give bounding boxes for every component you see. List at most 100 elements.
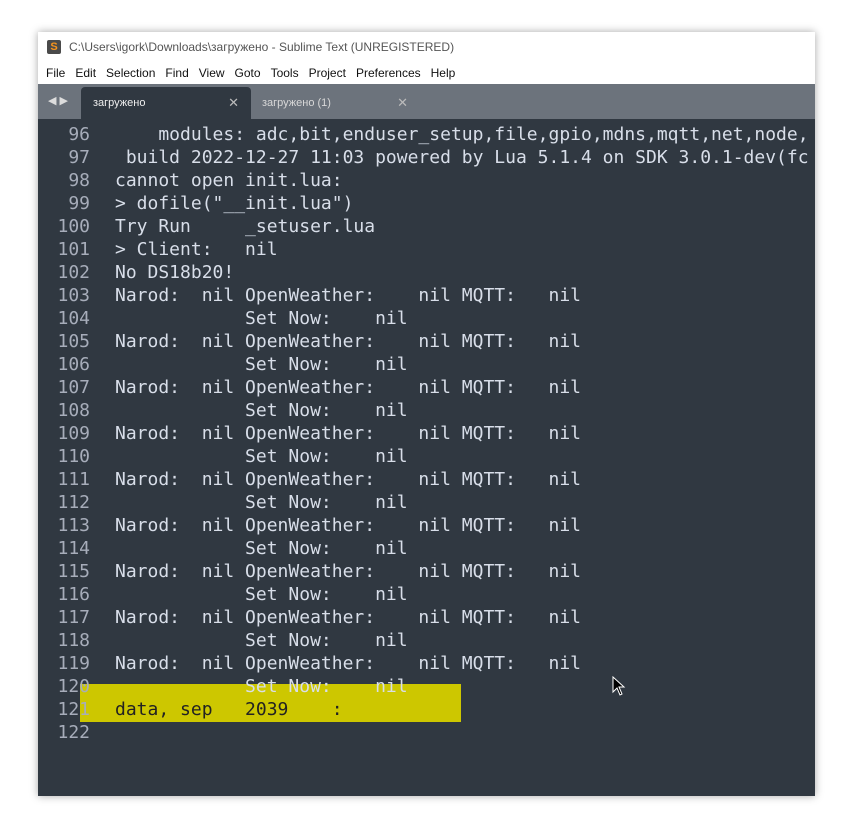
menu-bar: File Edit Selection Find View Goto Tools Projec… <box>38 62 815 84</box>
line-number: 98 <box>68 170 90 191</box>
line-text: Set Now: nil <box>115 538 408 559</box>
line-number: 105 <box>57 331 90 352</box>
code-line: 101 > Client: nil <box>38 238 815 261</box>
tab-nav-arrows-icon[interactable]: ◀ ▶ <box>48 94 68 107</box>
line-text: Try Run _setuser.lua <box>115 216 376 237</box>
code-line: 111 Narod: nil OpenWeather: nil MQTT: nil <box>38 468 815 491</box>
line-text: Set Now: nil <box>115 584 408 605</box>
line-number: 103 <box>57 285 90 306</box>
line-number: 114 <box>57 538 90 559</box>
line-text: Narod: nil OpenWeather: nil MQTT: nil <box>115 469 581 490</box>
line-number: 121 <box>57 699 90 720</box>
window-title: C:\Users\igork\Downloads\загружено - Sub… <box>69 40 455 54</box>
code-line: 116 Set Now: nil <box>38 583 815 606</box>
editor-area[interactable]: 96 modules: adc,bit,enduser_setup,file,g… <box>38 119 815 796</box>
line-number: 111 <box>57 469 90 490</box>
code-line: 104 Set Now: nil <box>38 307 815 330</box>
code-line: 121 data, sep 2039 : <box>38 698 815 721</box>
line-number: 100 <box>57 216 90 237</box>
line-number: 117 <box>57 607 90 628</box>
code-line: 107 Narod: nil OpenWeather: nil MQTT: nil <box>38 376 815 399</box>
line-number: 97 <box>68 147 90 168</box>
line-number: 118 <box>57 630 90 651</box>
menu-preferences[interactable]: Preferences <box>356 66 421 80</box>
code-line: 108 Set Now: nil <box>38 399 815 422</box>
line-text: No DS18b20! <box>115 262 235 283</box>
code-line: 98 cannot open init.lua: <box>38 169 815 192</box>
code-line: 110 Set Now: nil <box>38 445 815 468</box>
code-line: 105 Narod: nil OpenWeather: nil MQTT: nil <box>38 330 815 353</box>
code-line: 120 Set Now: nil <box>38 675 815 698</box>
line-text: modules: adc,bit,enduser_setup,file,gpio… <box>115 124 809 145</box>
close-icon[interactable]: ✕ <box>397 95 408 111</box>
code-line: 99 > dofile("__init.lua") <box>38 192 815 215</box>
code-line: 115 Narod: nil OpenWeather: nil MQTT: nil <box>38 560 815 583</box>
code-line: 117 Narod: nil OpenWeather: nil MQTT: nil <box>38 606 815 629</box>
tab-inactive[interactable]: загружено (1) ✕ <box>250 87 420 119</box>
line-text: Narod: nil OpenWeather: nil MQTT: nil <box>115 561 581 582</box>
line-number: 119 <box>57 653 90 674</box>
line-number: 102 <box>57 262 90 283</box>
line-number: 99 <box>68 193 90 214</box>
line-text: Narod: nil OpenWeather: nil MQTT: nil <box>115 285 581 306</box>
line-number: 104 <box>57 308 90 329</box>
menu-view[interactable]: View <box>199 66 225 80</box>
code-line: 100 Try Run _setuser.lua <box>38 215 815 238</box>
line-text: build 2022-12-27 11:03 powered by Lua 5.… <box>115 147 809 168</box>
line-number: 112 <box>57 492 90 513</box>
line-text: > Client: nil <box>115 239 278 260</box>
tab-label: загружено <box>93 97 146 109</box>
line-number: 113 <box>57 515 90 536</box>
code-line: 96 modules: adc,bit,enduser_setup,file,g… <box>38 123 815 146</box>
code-line: 103 Narod: nil OpenWeather: nil MQTT: nil <box>38 284 815 307</box>
line-text: cannot open init.lua: <box>115 170 343 191</box>
code-line: 113 Narod: nil OpenWeather: nil MQTT: nil <box>38 514 815 537</box>
menu-help[interactable]: Help <box>431 66 456 80</box>
code-line: 109 Narod: nil OpenWeather: nil MQTT: nil <box>38 422 815 445</box>
code-line: 97 build 2022-12-27 11:03 powered by Lua… <box>38 146 815 169</box>
title-bar: S C:\Users\igork\Downloads\загружено - S… <box>38 32 815 62</box>
line-number: 101 <box>57 239 90 260</box>
line-number: 115 <box>57 561 90 582</box>
line-text: data, sep 2039 : <box>115 699 343 720</box>
code-line: 118 Set Now: nil <box>38 629 815 652</box>
line-number: 96 <box>68 124 90 145</box>
line-text: Set Now: nil <box>115 354 408 375</box>
code-line: 114 Set Now: nil <box>38 537 815 560</box>
line-text: Set Now: nil <box>115 308 408 329</box>
line-text: Narod: nil OpenWeather: nil MQTT: nil <box>115 423 581 444</box>
code-line: 119 Narod: nil OpenWeather: nil MQTT: nil <box>38 652 815 675</box>
menu-selection[interactable]: Selection <box>106 66 155 80</box>
code-line: 122 <box>38 721 815 744</box>
menu-project[interactable]: Project <box>309 66 346 80</box>
line-number: 106 <box>57 354 90 375</box>
line-text: Set Now: nil <box>115 492 408 513</box>
line-text: > dofile("__init.lua") <box>115 193 354 214</box>
line-number: 116 <box>57 584 90 605</box>
menu-find[interactable]: Find <box>165 66 188 80</box>
code-line: 106 Set Now: nil <box>38 353 815 376</box>
line-number: 107 <box>57 377 90 398</box>
line-text: Narod: nil OpenWeather: nil MQTT: nil <box>115 515 581 536</box>
menu-edit[interactable]: Edit <box>75 66 96 80</box>
tab-label: загружено (1) <box>262 97 331 109</box>
line-number: 120 <box>57 676 90 697</box>
code-line: 112 Set Now: nil <box>38 491 815 514</box>
code-line: 102 No DS18b20! <box>38 261 815 284</box>
menu-file[interactable]: File <box>46 66 65 80</box>
line-text: Set Now: nil <box>115 676 408 697</box>
menu-tools[interactable]: Tools <box>271 66 299 80</box>
line-number: 108 <box>57 400 90 421</box>
close-icon[interactable]: ✕ <box>228 95 239 111</box>
tab-active[interactable]: загружено ✕ <box>81 87 251 119</box>
menu-goto[interactable]: Goto <box>235 66 261 80</box>
line-text: Set Now: nil <box>115 630 408 651</box>
line-text: Narod: nil OpenWeather: nil MQTT: nil <box>115 331 581 352</box>
line-number: 122 <box>57 722 90 743</box>
sublime-window: S C:\Users\igork\Downloads\загружено - S… <box>38 32 815 796</box>
mouse-cursor-icon <box>612 676 626 696</box>
line-text: Narod: nil OpenWeather: nil MQTT: nil <box>115 377 581 398</box>
line-text: Set Now: nil <box>115 400 408 421</box>
line-text: Narod: nil OpenWeather: nil MQTT: nil <box>115 607 581 628</box>
tab-bar: ◀ ▶ загружено ✕ загружено (1) ✕ <box>38 84 815 119</box>
